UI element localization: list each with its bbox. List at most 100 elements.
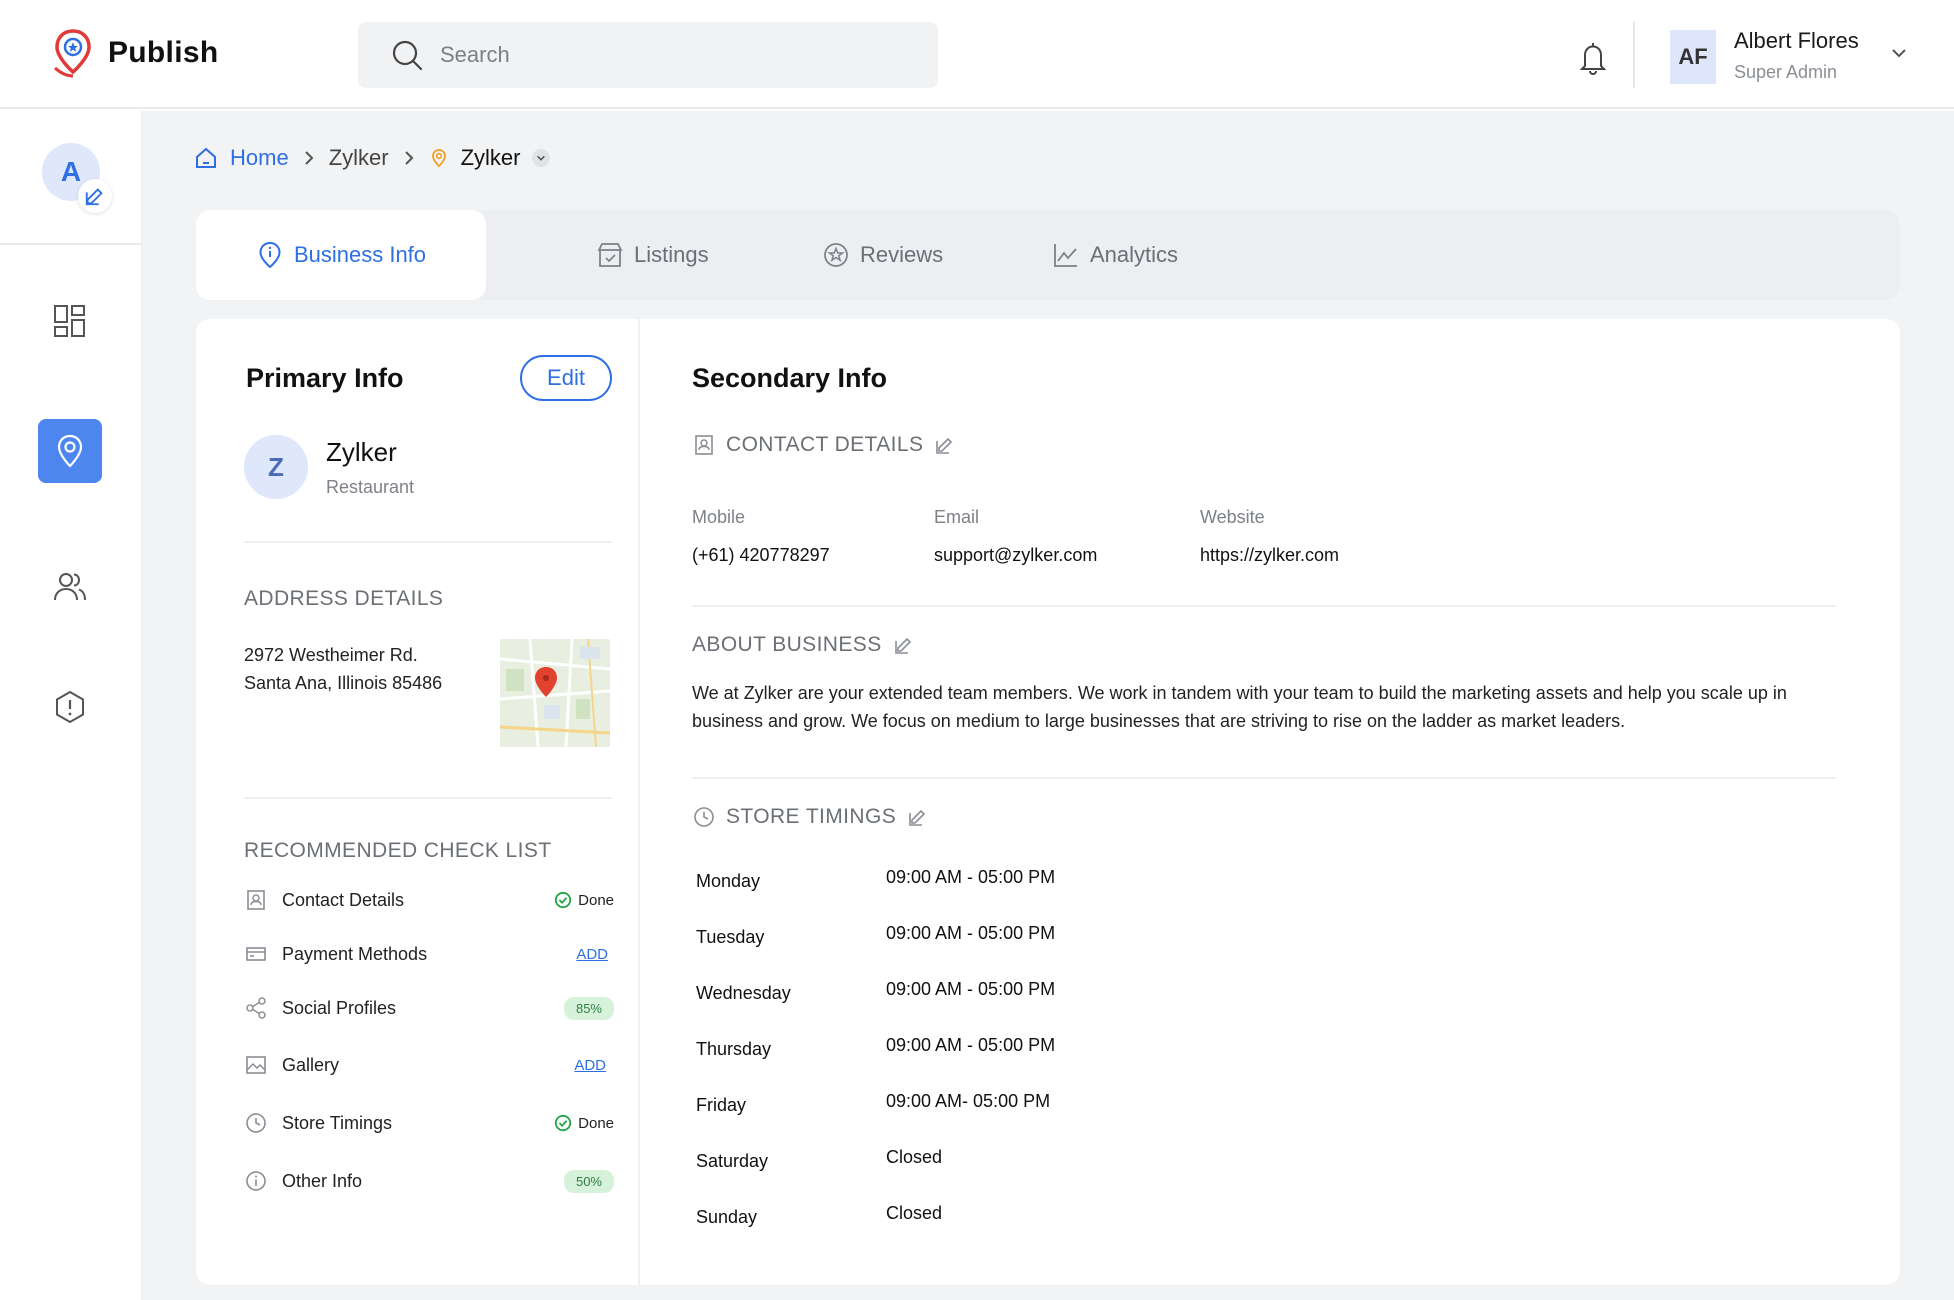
edit-button[interactable]: Edit bbox=[520, 355, 612, 401]
payment-card-icon bbox=[246, 947, 266, 961]
divider bbox=[244, 797, 612, 799]
info-icon bbox=[246, 1171, 266, 1191]
business-type: Restaurant bbox=[326, 477, 415, 497]
edit-icon[interactable] bbox=[892, 633, 916, 657]
tab-label: Analytics bbox=[1090, 242, 1179, 267]
checklist-label: Store Timings bbox=[282, 1112, 393, 1133]
location-pin-icon bbox=[57, 434, 83, 468]
app-frame: Publish AF Albert Flores Super Admin A bbox=[0, 0, 1954, 1300]
sidebar-divider bbox=[0, 243, 142, 245]
website-value[interactable]: https://zylker.com bbox=[1200, 545, 1339, 566]
breadcrumb-level1[interactable]: Zylker bbox=[329, 145, 389, 171]
status-done: Done bbox=[554, 891, 614, 909]
home-icon bbox=[196, 147, 216, 168]
timing-hours: Closed bbox=[886, 1147, 943, 1167]
column-divider bbox=[638, 319, 640, 1285]
notification-bell-icon[interactable] bbox=[1576, 40, 1610, 76]
check-circle-icon bbox=[555, 1114, 572, 1132]
checklist-item-gallery[interactable]: Gallery ADD bbox=[244, 1050, 624, 1080]
chevron-right-icon bbox=[304, 151, 314, 165]
email-value[interactable]: support@zylker.com bbox=[934, 545, 1097, 566]
address-details-title: ADDRESS DETAILS bbox=[244, 587, 444, 610]
contact-card-icon bbox=[247, 890, 265, 910]
status-text: Done bbox=[578, 891, 614, 909]
checklist-title: RECOMMENDED CHECK LIST bbox=[244, 839, 552, 862]
tab-bar: Business Info Listings Reviews Analytics bbox=[196, 210, 1900, 300]
timing-hours: 09:00 AM- 05:00 PM bbox=[886, 1091, 1051, 1111]
mobile-label: Mobile bbox=[692, 507, 746, 527]
edit-icon bbox=[85, 188, 103, 206]
sidebar-item-locations[interactable] bbox=[38, 419, 102, 483]
timing-day: Monday bbox=[696, 871, 761, 891]
business-info-card: Primary Info Edit Z Zylker Restaurant AD… bbox=[196, 319, 1900, 1285]
tab-label: Business Info bbox=[293, 242, 427, 267]
address-line-1: 2972 Westheimer Rd. bbox=[244, 645, 418, 665]
chevron-right-icon bbox=[404, 151, 413, 165]
user-role: Super Admin bbox=[1734, 62, 1838, 82]
timing-day: Sunday bbox=[696, 1207, 758, 1227]
breadcrumb-current: Zylker bbox=[460, 145, 521, 170]
chevron-down-icon[interactable] bbox=[1890, 46, 1908, 60]
progress-badge: 85% bbox=[563, 996, 614, 1020]
top-bar: Publish AF Albert Flores Super Admin bbox=[0, 0, 1954, 109]
search-input[interactable] bbox=[440, 42, 900, 68]
star-icon bbox=[824, 243, 848, 267]
address-text: 2972 Westheimer Rd. Santa Ana, Illinois … bbox=[244, 641, 442, 697]
map-thumbnail[interactable] bbox=[500, 639, 610, 747]
contact-details-title: CONTACT DETAILS bbox=[726, 433, 924, 456]
contact-card-icon bbox=[695, 435, 713, 455]
clock-icon bbox=[694, 807, 714, 827]
tab-reviews[interactable]: Reviews bbox=[822, 210, 943, 300]
add-gallery-link[interactable]: ADD bbox=[574, 1057, 606, 1074]
business-avatar: Z bbox=[244, 435, 308, 499]
about-business-text: We at Zylker are your extended team memb… bbox=[692, 683, 1787, 731]
image-icon bbox=[246, 1056, 266, 1074]
sidebar-item-alerts[interactable] bbox=[38, 675, 102, 739]
search-bar[interactable] bbox=[358, 22, 938, 88]
checklist-label: Contact Details bbox=[282, 889, 405, 910]
header-divider bbox=[1633, 22, 1635, 88]
checklist-item-contact-details[interactable]: Contact Details Done bbox=[244, 885, 624, 915]
status-done: Done bbox=[554, 1114, 614, 1132]
tab-business-info[interactable]: Business Info bbox=[196, 210, 486, 300]
mobile-value: (+61) 420778297 bbox=[692, 545, 830, 565]
checklist-item-payment-methods[interactable]: Payment Methods ADD bbox=[244, 939, 624, 969]
checklist-item-store-timings[interactable]: Store Timings Done bbox=[244, 1108, 624, 1138]
checklist-label: Gallery bbox=[282, 1054, 340, 1075]
users-icon bbox=[54, 573, 86, 601]
edit-icon[interactable] bbox=[906, 805, 930, 829]
clock-icon bbox=[246, 1113, 266, 1133]
tab-label: Reviews bbox=[860, 242, 944, 267]
add-payment-link[interactable]: ADD bbox=[576, 946, 608, 963]
edit-icon[interactable] bbox=[933, 433, 957, 457]
app-logo[interactable]: Publish bbox=[52, 28, 218, 78]
breadcrumb-home[interactable]: Home bbox=[230, 145, 289, 171]
timing-day: Saturday bbox=[696, 1151, 769, 1171]
status-text: Done bbox=[578, 1114, 614, 1132]
tab-listings[interactable]: Listings bbox=[596, 210, 709, 300]
tab-label: Listings bbox=[634, 242, 709, 267]
divider bbox=[692, 605, 1836, 607]
sidebar-item-users[interactable] bbox=[38, 555, 102, 619]
timing-day: Wednesday bbox=[696, 983, 791, 1003]
chevron-down-icon bbox=[537, 155, 546, 161]
breadcrumb: Home Zylker Zylker bbox=[194, 145, 551, 171]
website-label: Website bbox=[1200, 507, 1265, 527]
secondary-info-title: Secondary Info bbox=[692, 363, 888, 393]
checklist-item-social-profiles[interactable]: Social Profiles 85% bbox=[244, 993, 624, 1023]
checklist-item-other-info[interactable]: Other Info 50% bbox=[244, 1166, 624, 1196]
user-avatar[interactable]: AF bbox=[1670, 30, 1716, 84]
about-business-header: ABOUT BUSINESS bbox=[692, 633, 916, 657]
app-name: Publish bbox=[108, 36, 219, 69]
checklist-label: Payment Methods bbox=[282, 943, 428, 964]
tab-analytics[interactable]: Analytics bbox=[1052, 210, 1178, 300]
timing-hours: Closed bbox=[886, 1203, 943, 1223]
divider bbox=[692, 777, 1836, 779]
main-content: Home Zylker Zylker Business Info Listing… bbox=[142, 111, 1954, 1300]
timing-day: Tuesday bbox=[696, 927, 765, 947]
location-dropdown-button[interactable] bbox=[532, 149, 551, 167]
store-icon bbox=[597, 243, 623, 267]
timing-hours: 09:00 AM - 05:00 PM bbox=[886, 867, 1056, 887]
sidebar-item-dashboard[interactable] bbox=[38, 289, 102, 353]
edit-avatar-button[interactable] bbox=[78, 179, 112, 213]
